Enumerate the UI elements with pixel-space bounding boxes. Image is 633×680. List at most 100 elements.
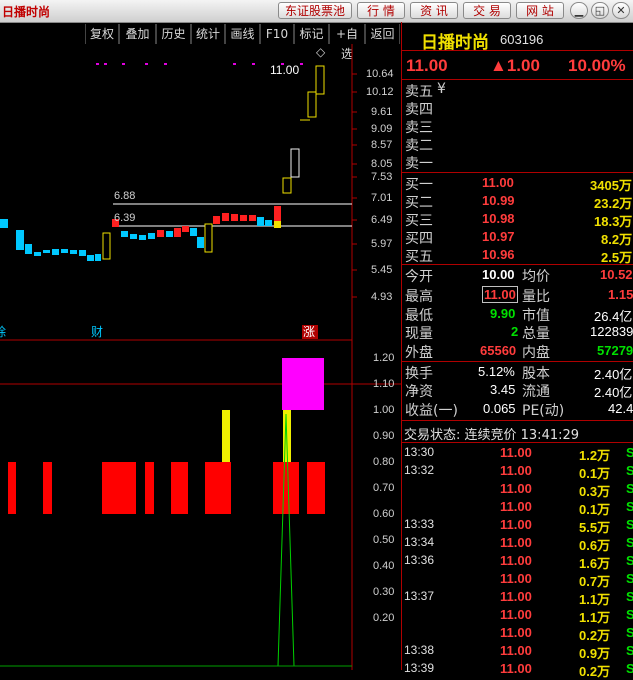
close-icon[interactable]: ✕: [612, 2, 630, 19]
high-value: 11.00: [482, 286, 518, 303]
tick-flag: S: [626, 661, 633, 676]
avg-price-label: 均价: [522, 269, 550, 285]
price-tick: 7.53: [371, 171, 393, 183]
tick-flag: S: [626, 643, 633, 658]
bid1-label: 买一: [405, 177, 433, 193]
list-item: 11.00 0.1万 S: [402, 498, 633, 517]
avg-price-value: 10.52: [600, 267, 633, 282]
tick-time: 13:37: [404, 589, 435, 603]
tick-time: 13:36: [404, 553, 435, 567]
bid4-label: 买四: [405, 231, 433, 247]
indicator-tick: 0.60: [373, 508, 395, 520]
tab-f10[interactable]: F10: [260, 24, 294, 44]
tab-back[interactable]: 返回: [365, 24, 400, 44]
tick-flag: S: [626, 463, 633, 478]
bid2-price: 10.99: [482, 193, 515, 208]
yuan-icon: ¥: [437, 81, 446, 97]
bid5-price: 10.96: [482, 247, 515, 262]
volume-ratio-label: 量比: [522, 289, 550, 305]
tick-time: 13:34: [404, 535, 435, 549]
outer-volume-label: 外盘: [405, 345, 433, 361]
share-capital-label: 股本: [522, 366, 550, 382]
tick-price: 11.00: [500, 463, 532, 478]
tab-statistics[interactable]: 统计: [191, 24, 225, 44]
tick-time: 13:38: [404, 643, 435, 657]
marker-limit-up: 涨: [303, 324, 315, 339]
open-value: 10.00: [482, 267, 515, 282]
quotes-button[interactable]: 行 情: [357, 2, 405, 19]
net-assets-label: 净资: [405, 384, 433, 400]
indicator-tick: 0.30: [373, 586, 395, 598]
bid1-price: 11.00: [482, 175, 514, 190]
price-tick: 4.93: [371, 291, 393, 303]
indicator-tick: 0.40: [373, 560, 395, 572]
tick-price: 11.00: [500, 553, 532, 568]
tick-flag: S: [626, 445, 633, 460]
tick-flag: S: [626, 625, 633, 640]
list-item: 11.00 0.2万 S: [402, 624, 633, 643]
list-item: 13:38 11.00 0.9万 S: [402, 642, 633, 661]
indicator-bars: [8, 358, 325, 514]
bid2-label: 买二: [405, 195, 433, 211]
tick-price: 11.00: [500, 625, 532, 640]
minimize-icon[interactable]: ▁: [570, 2, 588, 19]
tab-draw-line[interactable]: 画线: [225, 24, 260, 44]
list-item: 13:39 11.00 0.2万 S: [402, 660, 633, 679]
float-shares-label: 流通: [522, 384, 550, 400]
price-change: ▲1.00: [490, 56, 540, 75]
news-button[interactable]: 资 讯: [410, 2, 458, 19]
tab-mark[interactable]: 标记: [294, 24, 329, 44]
list-item: 13:34 11.00 0.6万 S: [402, 534, 633, 553]
tick-price: 11.00: [500, 481, 532, 496]
kline-chart[interactable]: 11.00 ◇ 6.88 6.39 除 财 涨: [0, 44, 401, 670]
tab-fuquan[interactable]: 复权: [85, 24, 119, 44]
tab-history[interactable]: 历史: [156, 24, 191, 44]
low-value: 9.90: [490, 306, 516, 321]
trade-button[interactable]: 交 易: [463, 2, 511, 19]
bid4-volume: 8.2万: [601, 232, 633, 247]
indicator-line: [0, 413, 352, 667]
pe-value: 42.4: [608, 401, 633, 416]
tab-overlay[interactable]: 叠加: [119, 24, 156, 44]
inner-volume-value: 57279: [597, 343, 633, 358]
list-item: 13:30 11.00 1.2万 S: [402, 444, 633, 463]
tick-price: 11.00: [500, 499, 532, 514]
market-cap-value: 26.4亿: [594, 309, 633, 324]
tick-price: 11.00: [500, 445, 532, 460]
turnover-value: 5.12%: [478, 364, 515, 379]
stock-pool-button[interactable]: 东证股票池: [278, 2, 352, 19]
tab-add-watchlist[interactable]: +自选: [329, 24, 365, 61]
line1-label: 6.88: [114, 190, 135, 202]
tick-list[interactable]: 13:30 11.00 1.2万 S 13:32 11.00 0.1万 S 11…: [402, 444, 633, 679]
high-price-label: 11.00: [270, 63, 299, 77]
ask3-label: 卖三: [405, 120, 433, 136]
list-item: 11.00 0.3万 S: [402, 480, 633, 499]
website-button[interactable]: 网 站: [516, 2, 564, 19]
trade-status: 交易状态: 连续竞价 13:41:29: [404, 428, 580, 443]
indicator-tick: 0.80: [373, 456, 395, 468]
bid3-volume: 18.3万: [594, 214, 633, 229]
ask2-label: 卖二: [405, 138, 433, 154]
list-item: 11.00 1.1万 S: [402, 606, 633, 625]
indicator-tick: 1.20: [373, 352, 395, 364]
svg-text:◇: ◇: [316, 45, 326, 59]
net-assets-value: 3.45: [490, 382, 516, 397]
bid3-price: 10.98: [482, 211, 515, 226]
price-tick: 8.57: [371, 139, 393, 151]
ask1-label: 卖一: [405, 156, 433, 172]
price-tick: 9.09: [371, 123, 393, 135]
ask5-label: 卖五: [405, 84, 433, 100]
price-tick: 10.12: [366, 86, 394, 98]
app-title: 日播时尚: [2, 5, 51, 19]
total-volume-value: 122839: [590, 324, 633, 339]
price-tick: 9.61: [371, 106, 393, 118]
current-volume-label: 现量: [405, 326, 433, 342]
line2-label: 6.39: [114, 212, 135, 224]
tick-flag: S: [626, 571, 633, 586]
restore-icon[interactable]: ◱: [591, 2, 609, 19]
eps-value: 0.065: [483, 401, 516, 416]
list-item: 13:36 11.00 1.6万 S: [402, 552, 633, 571]
tick-flag: S: [626, 553, 633, 568]
indicator-tick: 0.90: [373, 430, 395, 442]
bid1-volume: 3405万: [590, 178, 632, 193]
